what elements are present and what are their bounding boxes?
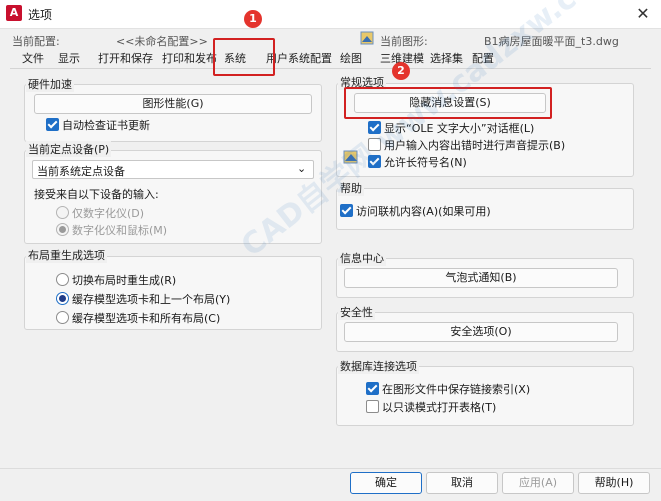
window-title: 选项 xyxy=(28,8,53,22)
autocad-app-icon: A xyxy=(6,5,22,21)
apply-button[interactable]: 应用(A) xyxy=(502,472,574,494)
cache-model-all-radio[interactable] xyxy=(56,311,69,324)
tab-open-save[interactable]: 打开和保存 xyxy=(98,50,153,67)
step-badge-2: 2 xyxy=(392,62,410,80)
balloon-notifications-button[interactable]: 气泡式通知(B) xyxy=(344,268,618,288)
tab-plot-publish[interactable]: 打印和发布 xyxy=(162,50,217,67)
drawing-file-icon xyxy=(360,31,374,45)
tab-user-preferences[interactable]: 用户系统配置 xyxy=(266,50,332,67)
db-connectivity-title: 数据库连接选项 xyxy=(338,358,419,374)
close-button[interactable]: ✕ xyxy=(631,3,655,25)
info-center-title: 信息中心 xyxy=(338,250,386,266)
allow-long-names-label: 允许长符号名(N) xyxy=(384,156,467,169)
help-button[interactable]: 帮助(H) xyxy=(578,472,650,494)
graphics-performance-button[interactable]: 图形性能(G) xyxy=(34,94,312,114)
readonly-tables-label: 以只读模式打开表格(T) xyxy=(382,401,497,414)
pointing-device-select[interactable]: 当前系统定点设备 ⌄ xyxy=(32,160,314,179)
readonly-tables-checkbox[interactable] xyxy=(366,400,379,413)
tab-drafting[interactable]: 绘图 xyxy=(340,50,362,67)
system-tab-highlight xyxy=(213,38,275,76)
ok-button[interactable]: 确定 xyxy=(350,472,422,494)
security-title: 安全性 xyxy=(338,304,375,320)
accept-input-label: 接受来自以下设备的输入: xyxy=(34,188,159,201)
cache-model-last-label: 缓存模型选项卡和上一个布局(Y) xyxy=(72,293,231,306)
online-content-label: 访问联机内容(A)(如果可用) xyxy=(356,205,491,218)
cache-model-all-label: 缓存模型选项卡和所有布局(C) xyxy=(72,312,221,325)
hardware-acceleration-title: 硬件加速 xyxy=(26,76,74,92)
step-badge-1: 1 xyxy=(244,10,262,28)
tab-display[interactable]: 显示 xyxy=(58,50,80,67)
online-content-checkbox[interactable] xyxy=(340,204,353,217)
digitizer-only-radio xyxy=(56,206,69,219)
digitizer-only-label: 仅数字化仪(D) xyxy=(72,207,145,220)
security-options-button[interactable]: 安全选项(O) xyxy=(344,322,618,342)
layout-regen-title: 布局重生成选项 xyxy=(26,247,107,263)
cache-model-last-radio[interactable] xyxy=(56,292,69,305)
current-profile-value: <<未命名配置>> xyxy=(116,35,208,48)
regen-on-switch-radio[interactable] xyxy=(56,273,69,286)
digitizer-mouse-radio xyxy=(56,223,69,236)
auto-check-updates-label: 自动检查证书更新 xyxy=(62,119,150,132)
tab-files[interactable]: 文件 xyxy=(22,50,44,67)
current-drawing-label: 当前图形: xyxy=(380,35,428,48)
tabs-divider xyxy=(10,68,651,69)
pointing-device-select-value: 当前系统定点设备 xyxy=(37,165,125,178)
store-links-index-label: 在图形文件中保存链接索引(X) xyxy=(382,383,531,396)
digitizer-mouse-label: 数字化仪和鼠标(M) xyxy=(72,224,168,237)
pointing-device-title: 当前定点设备(P) xyxy=(26,141,112,157)
auto-check-updates-checkbox[interactable] xyxy=(46,118,59,131)
current-profile-label: 当前配置: xyxy=(12,35,60,48)
regen-on-switch-label: 切换布局时重生成(R) xyxy=(72,274,177,287)
cancel-button[interactable]: 取消 xyxy=(426,472,498,494)
store-links-index-checkbox[interactable] xyxy=(366,382,379,395)
